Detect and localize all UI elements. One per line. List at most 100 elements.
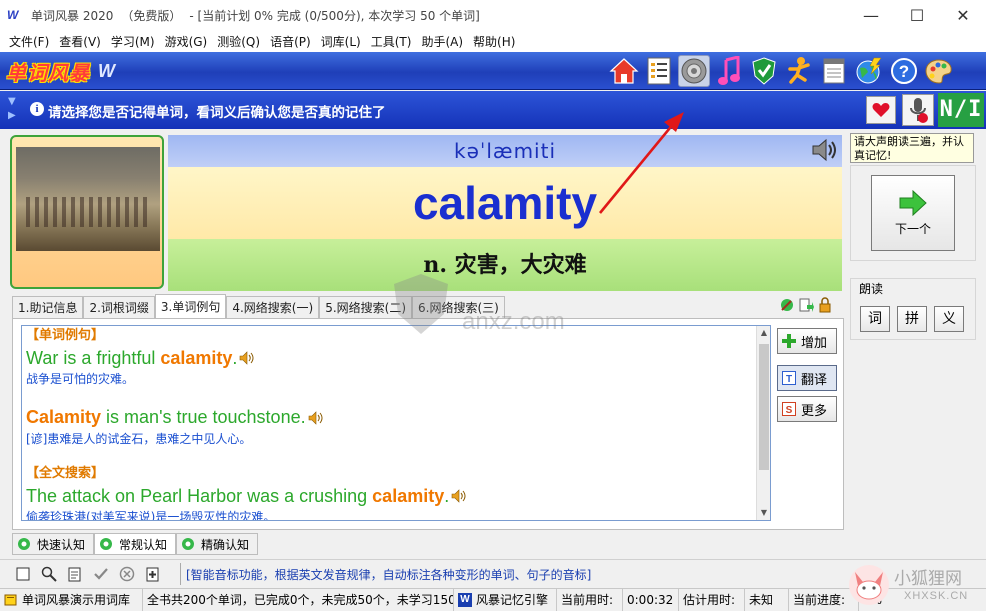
read-meaning-button[interactable]: 义	[934, 306, 964, 332]
menu-voice[interactable]: 语音(P)	[265, 33, 316, 50]
close-button[interactable]: ✕	[940, 0, 986, 30]
globe-icon[interactable]	[853, 55, 885, 87]
separator	[180, 563, 181, 585]
add-note-icon[interactable]	[144, 565, 162, 583]
menu-assistant[interactable]: 助手(A)	[416, 33, 468, 50]
example-keyword: calamity	[160, 348, 233, 368]
speaker-disc-icon[interactable]	[678, 55, 710, 87]
lock-icon[interactable]	[816, 296, 834, 314]
checkbox-icon[interactable]	[14, 565, 32, 583]
speaker-icon[interactable]	[451, 486, 467, 508]
tab-web-search-2[interactable]: 5.网络搜索(二)	[319, 296, 413, 318]
menu-view[interactable]: 查看(V)	[54, 33, 106, 50]
engine-icon: W	[458, 593, 472, 607]
examples-pane[interactable]: 【单词例句】 War is a frightful calamity. 战争是可…	[21, 325, 771, 521]
read-spelling-button[interactable]: 拼	[897, 306, 927, 332]
more-button[interactable]: S 更多	[777, 396, 837, 422]
minimize-button[interactable]: —	[848, 0, 894, 30]
expand-arrows-icon[interactable]: ▼ ▶	[8, 95, 22, 123]
edit-icon[interactable]	[778, 296, 796, 314]
example-english: War is a frightful calamity.	[26, 347, 754, 370]
help-icon[interactable]: ?	[888, 55, 920, 87]
tab-web-search-1[interactable]: 4.网络搜索(一)	[226, 296, 320, 318]
runner-icon[interactable]	[783, 55, 815, 87]
read-word-button[interactable]: 词	[860, 306, 890, 332]
scroll-thumb[interactable]	[759, 344, 769, 470]
translate-button[interactable]: T 翻译	[777, 365, 837, 391]
status-progress: 全书共200个单词，已完成0个，未完成50个，未学习150个	[143, 588, 454, 611]
fulltext-chinese: 偷袭珍珠港(对美军来说)是一场毁灭性的灾难。	[26, 509, 276, 521]
brand-logo-text: 单词风暴	[6, 60, 90, 85]
tab-web-search-3[interactable]: 6.网络搜索(三)	[412, 296, 505, 318]
word-card: kəˈlæmiti calamity n. 灾害，大灾难	[8, 133, 846, 293]
speaker-icon[interactable]	[308, 408, 324, 430]
book-icon	[4, 594, 17, 606]
mode-label: 快速认知	[37, 537, 86, 552]
tab-roots[interactable]: 2.词根词缀	[83, 296, 155, 318]
svg-text:?: ?	[899, 62, 909, 81]
right-arrow-icon	[899, 189, 927, 216]
add-button[interactable]: 增加	[777, 328, 837, 354]
word-meaning: n. 灾害，大灾难	[168, 239, 842, 291]
check-icon[interactable]	[92, 565, 110, 583]
maximize-button[interactable]: ☐	[894, 0, 940, 30]
example-text-end: is man's true touchstone.	[101, 407, 306, 428]
tab-examples[interactable]: 3.单词例句	[154, 294, 227, 318]
phonetic: kəˈlæmiti	[168, 135, 842, 167]
status-estimate-value: 未知	[745, 588, 789, 611]
tab-mnemonic[interactable]: 1.助记信息	[12, 296, 84, 318]
favorite-button[interactable]	[866, 96, 896, 124]
next-group: 下一个	[850, 165, 976, 261]
record-button[interactable]	[902, 94, 934, 126]
scroll-down-icon[interactable]: ▼	[757, 506, 770, 520]
home-icon[interactable]	[608, 55, 640, 87]
example-english: Calamity is man's true touchstone.	[26, 406, 754, 429]
shield-icon[interactable]	[748, 55, 780, 87]
menu-quiz[interactable]: 测验(Q)	[212, 33, 265, 50]
notes-icon[interactable]	[818, 55, 850, 87]
example-keyword: Calamity	[26, 407, 102, 428]
toolbar: 单词风暴 W ?	[0, 52, 986, 90]
scroll-up-icon[interactable]: ▲	[757, 326, 770, 340]
read-aloud-title: 朗读	[859, 282, 884, 296]
list-icon[interactable]	[643, 55, 675, 87]
menu-bar: 文件(F) 查看(V) 学习(M) 游戏(G) 测验(Q) 语音(P) 词库(L…	[0, 30, 986, 52]
status-time-label: 当前用时:	[557, 588, 623, 611]
palette-icon[interactable]	[923, 55, 955, 87]
examples-section-title: 【单词例句】	[26, 328, 105, 343]
mode-label: 精确认知	[201, 537, 250, 552]
app-logo-icon: W	[7, 8, 19, 22]
ni-indicator[interactable]: N/I	[938, 93, 984, 127]
info-tabs: 1.助记信息 2.词根词缀 3.单词例句 4.网络搜索(一) 5.网络搜索(二)…	[12, 294, 505, 318]
fulltext-text: The attack on Pearl Harbor was a crushin…	[26, 485, 373, 506]
note-edit-icon[interactable]	[66, 565, 84, 583]
tab-normal-recognition[interactable]: 常规认知	[94, 533, 177, 555]
brand-mark-icon: W	[98, 60, 115, 81]
feature-tip: [智能音标功能，根据英文发音规律，自动标注各种变形的单词、句子的音标]	[186, 568, 592, 582]
example-text-end: .	[232, 348, 238, 368]
word-illustration	[10, 135, 164, 289]
next-word-button[interactable]: 下一个	[871, 175, 955, 251]
menu-games[interactable]: 游戏(G)	[160, 33, 213, 50]
svg-text:S: S	[786, 405, 793, 416]
fulltext-item: The attack on Pearl Harbor was a crushin…	[26, 485, 754, 521]
tab-precise-recognition[interactable]: 精确认知	[176, 533, 259, 555]
search-icon[interactable]	[40, 565, 58, 583]
menu-help[interactable]: 帮助(H)	[468, 33, 520, 50]
vertical-scrollbar[interactable]: ▲ ▼	[756, 326, 770, 520]
menu-study[interactable]: 学习(M)	[106, 33, 160, 50]
recognition-mode-tabs: 快速认知 常规认知 精确认知	[12, 533, 259, 555]
menu-file[interactable]: 文件(F)	[4, 33, 54, 50]
menu-tools[interactable]: 工具(T)	[366, 33, 417, 50]
example-chinese: [谚]患难是人的试金石，患难之中见人心。	[26, 431, 252, 446]
menu-library[interactable]: 词库(L)	[316, 33, 366, 50]
speaker-icon[interactable]	[239, 348, 255, 370]
pronounce-speaker-icon[interactable]	[810, 138, 838, 165]
tab-quick-recognition[interactable]: 快速认知	[12, 533, 95, 555]
export-icon[interactable]	[797, 296, 815, 314]
status-time-value: 0:00:32	[623, 588, 679, 611]
heart-icon	[872, 103, 890, 117]
cancel-icon[interactable]	[118, 565, 136, 583]
example-text: War is a frightful	[26, 348, 161, 368]
music-note-icon[interactable]	[713, 55, 745, 87]
